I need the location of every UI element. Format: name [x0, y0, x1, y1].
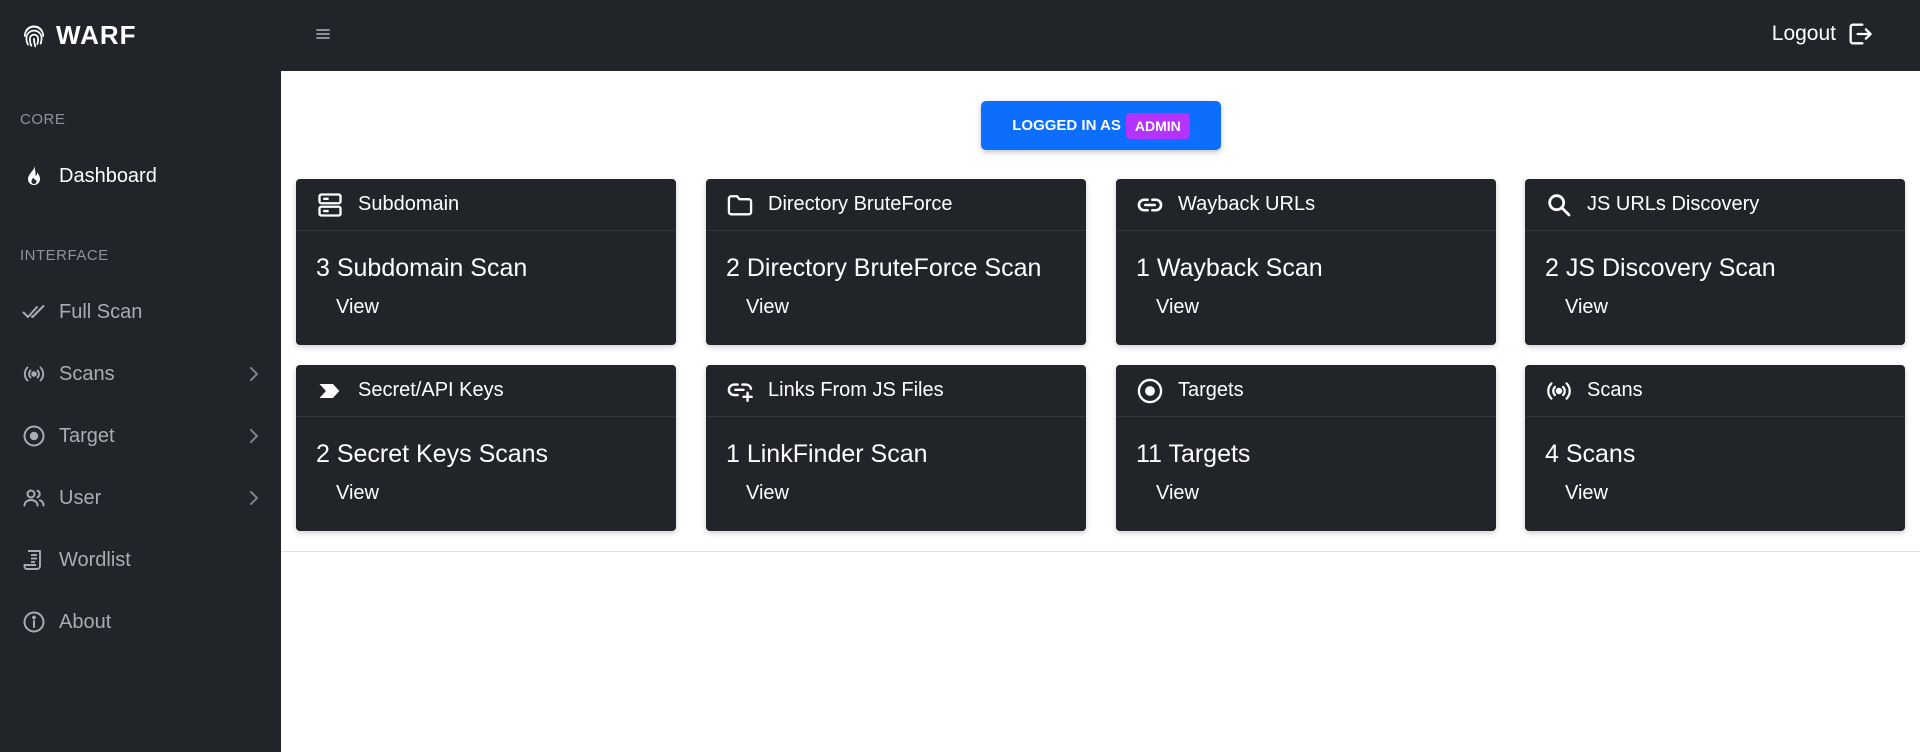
- card-header: JS URLs Discovery: [1525, 179, 1905, 231]
- sidebar-item-label: Full Scan: [59, 300, 143, 323]
- folder-icon: [727, 194, 753, 215]
- view-link[interactable]: View: [336, 482, 379, 505]
- sidebar-item-label: User: [59, 486, 102, 509]
- brand[interactable]: WARF: [0, 0, 281, 71]
- sidebar-item-dashboard[interactable]: Dashboard: [0, 153, 281, 199]
- card-header: Secret/API Keys: [296, 365, 676, 417]
- card-title: Scans: [1587, 379, 1643, 401]
- card-title: Directory BruteForce: [768, 193, 953, 215]
- sidebar-item-label: Scans: [59, 362, 115, 385]
- menu-toggle-icon[interactable]: [315, 26, 331, 42]
- content-divider: [281, 551, 1920, 552]
- card-secret-api-keys: Secret/API Keys 2 Secret Keys Scans View: [296, 365, 676, 531]
- target-icon: [21, 423, 47, 449]
- card-count: 1 LinkFinder Scan: [726, 440, 928, 468]
- sidebar-heading-interface: INTERFACE: [20, 247, 109, 264]
- view-link[interactable]: View: [1565, 482, 1608, 505]
- search-icon: [1548, 193, 1571, 216]
- view-link[interactable]: View: [336, 296, 379, 319]
- sidebar: WARF CORE Dashboard INTERFACE Full Scan …: [0, 0, 281, 752]
- sidebar-item-full-scan[interactable]: Full Scan: [0, 289, 281, 335]
- topbar: Logout: [281, 0, 1920, 71]
- sidebar-item-label: Target: [59, 424, 115, 447]
- card-count: 11 Targets: [1136, 440, 1251, 468]
- link-add-icon: [727, 382, 753, 402]
- sidebar-item-wordlist[interactable]: Wordlist: [0, 537, 281, 583]
- card-directory-bruteforce: Directory BruteForce 2 Directory BruteFo…: [706, 179, 1086, 345]
- card-header: Directory BruteForce: [706, 179, 1086, 231]
- card-count: 2 Directory BruteForce Scan: [726, 254, 1042, 282]
- card-wayback-urls: Wayback URLs 1 Wayback Scan View: [1116, 179, 1496, 345]
- broadcast-icon: [21, 361, 47, 387]
- card-links-from-js-files: Links From JS Files 1 LinkFinder Scan Vi…: [706, 365, 1086, 531]
- logged-in-label: LOGGED IN AS: [1012, 117, 1121, 134]
- view-link[interactable]: View: [746, 482, 789, 505]
- sidebar-item-target[interactable]: Target: [0, 413, 281, 459]
- card-title: Targets: [1178, 379, 1244, 401]
- sidebar-item-label: Wordlist: [59, 548, 131, 571]
- card-count: 2 Secret Keys Scans: [316, 440, 549, 468]
- fire-icon: [21, 163, 47, 189]
- card-title: JS URLs Discovery: [1587, 193, 1760, 215]
- sidebar-item-about[interactable]: About: [0, 599, 281, 645]
- sidebar-item-scans[interactable]: Scans: [0, 351, 281, 397]
- sidebar-item-user[interactable]: User: [0, 475, 281, 521]
- broadcast-icon: [1547, 381, 1571, 400]
- sidebar-item-label: Dashboard: [59, 164, 157, 187]
- card-count: 4 Scans: [1545, 440, 1636, 468]
- main-content: LOGGED IN AS ADMIN Subdomain 3 Subdomain…: [281, 71, 1920, 752]
- card-header: Scans: [1525, 365, 1905, 417]
- card-title: Wayback URLs: [1178, 193, 1316, 215]
- scroll-icon: [21, 547, 47, 573]
- card-js-urls-discovery: JS URLs Discovery 2 JS Discovery Scan Vi…: [1525, 179, 1905, 345]
- view-link[interactable]: View: [746, 296, 789, 319]
- card-header: Subdomain: [296, 179, 676, 231]
- card-targets: Targets 11 Targets View: [1116, 365, 1496, 531]
- server-icon: [318, 192, 342, 217]
- link-icon: [1137, 197, 1163, 212]
- logout-button[interactable]: Logout: [1772, 20, 1874, 48]
- logout-label: Logout: [1771, 22, 1836, 45]
- logged-in-status: LOGGED IN AS ADMIN: [981, 101, 1221, 150]
- card-header: Targets: [1116, 365, 1496, 417]
- sidebar-item-label: About: [59, 610, 112, 633]
- card-title: Subdomain: [358, 193, 460, 215]
- card-header: Links From JS Files: [706, 365, 1086, 417]
- view-link[interactable]: View: [1156, 296, 1199, 319]
- view-link[interactable]: View: [1565, 296, 1608, 319]
- chevron-tag-icon: [319, 383, 340, 398]
- card-count: 2 JS Discovery Scan: [1545, 254, 1776, 282]
- brand-name: WARF: [56, 20, 137, 50]
- info-icon: [21, 609, 47, 635]
- card-count: 3 Subdomain Scan: [316, 254, 528, 282]
- card-title: Secret/API Keys: [358, 379, 504, 401]
- logout-icon: [1849, 23, 1872, 45]
- view-link[interactable]: View: [1156, 482, 1199, 505]
- chevron-right-icon: [250, 429, 259, 443]
- card-header: Wayback URLs: [1116, 179, 1496, 231]
- role-badge: ADMIN: [1125, 112, 1190, 139]
- card-count: 1 Wayback Scan: [1136, 254, 1323, 282]
- target-icon: [1137, 378, 1163, 403]
- card-subdomain: Subdomain 3 Subdomain Scan View: [296, 179, 676, 345]
- card-scans: Scans 4 Scans View: [1525, 365, 1905, 531]
- card-title: Links From JS Files: [768, 379, 944, 401]
- chevron-right-icon: [250, 491, 259, 505]
- chevron-right-icon: [250, 367, 259, 381]
- users-icon: [21, 485, 47, 511]
- double-check-icon: [21, 299, 47, 325]
- fingerprint-icon: [23, 25, 45, 47]
- sidebar-heading-core: CORE: [20, 111, 66, 128]
